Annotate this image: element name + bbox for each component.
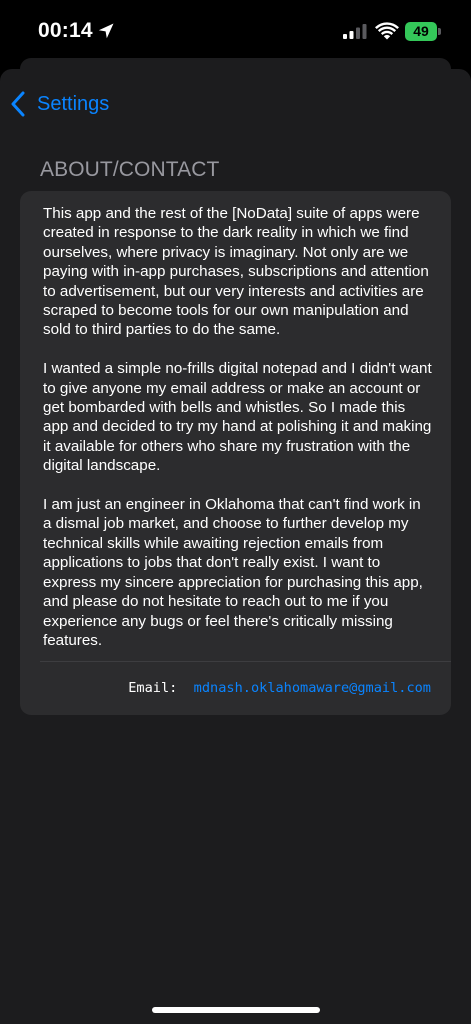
divider xyxy=(40,661,451,662)
wifi-icon xyxy=(375,22,399,40)
status-time: 00:14 xyxy=(38,19,93,42)
about-paragraph: This app and the rest of the [NoData] su… xyxy=(43,205,429,339)
status-bar: 00:14 49 xyxy=(0,0,471,62)
email-label: Email: xyxy=(128,680,178,696)
battery-charging-icon: 49 xyxy=(405,22,437,41)
about-paragraph: I wanted a simple no-frills digital note… xyxy=(43,360,432,475)
location-arrow-icon xyxy=(98,23,114,39)
back-button[interactable]: Settings xyxy=(10,89,109,119)
email-link[interactable]: mdnash.oklahomaware@gmail.com xyxy=(194,680,431,696)
chevron-left-icon xyxy=(11,91,25,117)
home-indicator[interactable] xyxy=(152,1007,320,1013)
back-button-label: Settings xyxy=(37,92,110,115)
battery-tip xyxy=(438,28,441,35)
about-card: This app and the rest of the [NoData] su… xyxy=(20,191,451,715)
cellular-signal-icon xyxy=(343,24,367,39)
about-paragraph: I am just an engineer in Oklahoma that c… xyxy=(43,496,423,649)
battery-level: 49 xyxy=(413,23,429,39)
screen: 00:14 49 Settings ABOUT/CONTACT This app… xyxy=(0,0,471,1024)
email-row: Email: mdnash.oklahomaware@gmail.com xyxy=(128,680,431,696)
section-header: ABOUT/CONTACT xyxy=(40,158,220,181)
about-text: This app and the rest of the [NoData] su… xyxy=(43,204,433,670)
